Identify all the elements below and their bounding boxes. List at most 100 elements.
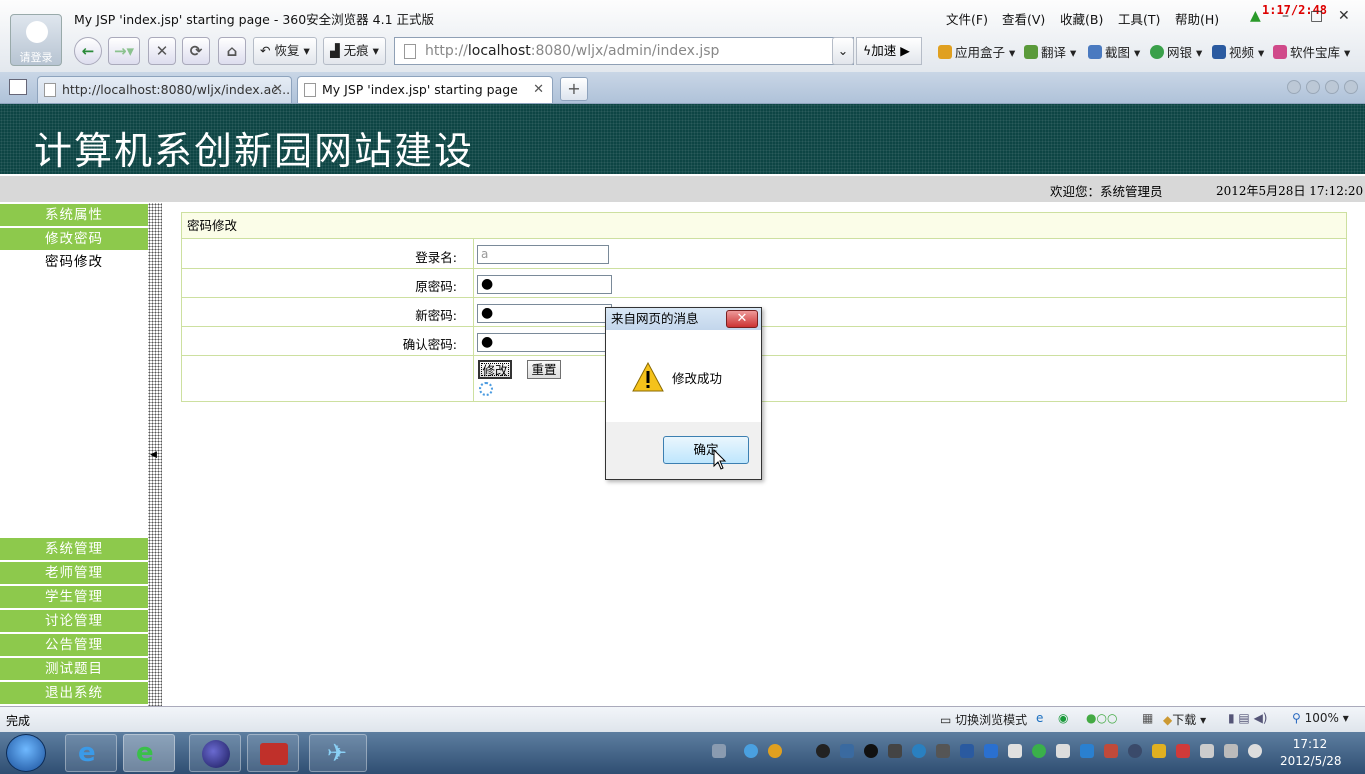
toggle-switch-icon[interactable]: ●○○ xyxy=(1086,711,1117,725)
tray-app-icon[interactable] xyxy=(744,744,758,758)
tab-close-all-icon[interactable] xyxy=(1344,80,1358,94)
browser-status-bar xyxy=(0,706,1365,732)
app-box-label: 应用盒子 xyxy=(955,45,1006,60)
toolbar-translate[interactable]: 翻译 ▾ xyxy=(1024,42,1076,61)
tray-security-icon[interactable] xyxy=(984,744,998,758)
incognito-button[interactable]: ▟ 无痕 ▾ xyxy=(323,37,386,65)
security-shield-icon[interactable]: ◉ xyxy=(1058,711,1068,725)
network-icon[interactable] xyxy=(1224,744,1238,758)
taskbar-ie[interactable]: e xyxy=(65,734,117,772)
taskbar-bird-app[interactable]: ✈ xyxy=(309,734,367,772)
qq-icon[interactable] xyxy=(816,744,830,758)
toolbar-screenshot[interactable]: 截图 ▾ xyxy=(1088,42,1140,61)
sidebar-item-discussion-management[interactable]: 讨论管理 xyxy=(0,610,148,632)
address-bar[interactable]: http://localhost:8080/wljx/admin/index.j… xyxy=(394,37,854,65)
save-button[interactable]: 修改 xyxy=(478,360,512,379)
toolbox-icon xyxy=(260,743,288,765)
upgrade-icon[interactable]: ▲ xyxy=(1250,8,1261,24)
tray-people-icon[interactable] xyxy=(768,744,782,758)
tray-note-icon[interactable] xyxy=(1008,744,1022,758)
login-name-input[interactable]: a xyxy=(477,245,609,264)
stop-button[interactable]: ✕ xyxy=(148,37,176,65)
switch-mode-button[interactable]: ▭ 切换浏览模式 xyxy=(940,711,1027,728)
menu-favorites[interactable]: 收藏(B) xyxy=(1060,9,1103,28)
status-tool-icon[interactable]: ▮ ▤ ◀) xyxy=(1228,711,1267,725)
tray-settings-icon[interactable] xyxy=(1128,744,1142,758)
menu-file[interactable]: 文件(F) xyxy=(946,9,988,28)
menu-help[interactable]: 帮助(H) xyxy=(1175,9,1219,28)
menu-tools[interactable]: 工具(T) xyxy=(1118,9,1160,28)
tab-jsp-page[interactable]: My JSP 'index.jsp' starting page ✕ xyxy=(297,76,553,103)
tray-gamepad-icon[interactable] xyxy=(936,744,950,758)
toolbar-app-box[interactable]: 应用盒子 ▾ xyxy=(938,42,1015,61)
dialog-ok-button[interactable]: 确定 xyxy=(663,436,749,464)
sidebar-item-notice-management[interactable]: 公告管理 xyxy=(0,634,148,656)
refresh-button[interactable]: ⟳ xyxy=(182,37,210,65)
tray-tool-icon[interactable] xyxy=(1104,744,1118,758)
forward-button[interactable]: →▾ xyxy=(108,37,140,65)
speed-button[interactable]: ϟ加速 ▶ xyxy=(856,37,922,65)
minimize-button[interactable]: – xyxy=(1282,8,1289,24)
tray-refresh-icon[interactable] xyxy=(1032,744,1046,758)
sidebar-item-logout[interactable]: 退出系统 xyxy=(0,682,148,704)
sidebar-item-change-password[interactable]: 修改密码 xyxy=(0,228,148,250)
tab-label: http://localhost:8080/wljx/index.ac... xyxy=(62,82,291,97)
back-button[interactable]: ← xyxy=(74,37,102,65)
new-password-input[interactable]: ● xyxy=(477,304,612,323)
sidebar-item-system-properties[interactable]: 系统属性 xyxy=(0,204,148,226)
sidebar-item-student-management[interactable]: 学生管理 xyxy=(0,586,148,608)
taskbar-360-browser[interactable]: e xyxy=(123,734,175,772)
taskbar-clock[interactable]: 17:12 2012/5/28 xyxy=(1280,736,1342,770)
zoom-control[interactable]: ⚲ 100% ▾ xyxy=(1292,711,1349,725)
close-tab-icon[interactable]: ✕ xyxy=(272,77,283,103)
ie-icon: e xyxy=(78,738,96,768)
old-password-input[interactable]: ● xyxy=(477,275,612,294)
software-label: 软件宝库 xyxy=(1290,45,1341,60)
keyboard-icon[interactable] xyxy=(712,744,726,758)
address-dropdown[interactable]: ⌄ xyxy=(832,37,854,65)
taskbar-eclipse[interactable] xyxy=(189,734,241,772)
sidebar-subitem-password-change[interactable]: 密码修改 xyxy=(0,250,148,270)
menu-view[interactable]: 查看(V) xyxy=(1002,9,1045,28)
toolbar-software[interactable]: 软件宝库 ▾ xyxy=(1273,42,1350,61)
collapse-arrow-icon[interactable]: ◀ xyxy=(150,450,157,460)
tab-scroll-right-icon[interactable] xyxy=(1306,80,1320,94)
start-button-icon[interactable] xyxy=(6,734,46,772)
tray-monitor-icon[interactable] xyxy=(840,744,854,758)
tray-folder-icon[interactable] xyxy=(1152,744,1166,758)
tray-flag-icon[interactable] xyxy=(1176,744,1190,758)
tab-list-icon[interactable] xyxy=(1325,80,1339,94)
download-button[interactable]: ◆下载 ▾ xyxy=(1163,711,1206,728)
sidebar-item-teacher-management[interactable]: 老师管理 xyxy=(0,562,148,584)
tray-device-icon[interactable] xyxy=(1200,744,1214,758)
dialog-close-button[interactable]: ✕ xyxy=(726,310,758,328)
ie-mode-icon[interactable]: e xyxy=(1036,711,1043,725)
maximize-button[interactable]: □ xyxy=(1310,8,1323,24)
sidebar-item-system-management[interactable]: 系统管理 xyxy=(0,538,148,560)
tray-hat-icon[interactable] xyxy=(864,744,878,758)
login-avatar[interactable]: 请登录 xyxy=(10,14,62,66)
new-tab-button[interactable]: + xyxy=(560,77,588,101)
status-text: 完成 xyxy=(6,714,31,728)
toolbar-ebank[interactable]: 网银 ▾ xyxy=(1150,42,1202,61)
tray-ninja-icon[interactable] xyxy=(888,744,902,758)
toolbar-video[interactable]: 视频 ▾ xyxy=(1212,42,1264,61)
tray-chat-icon[interactable] xyxy=(912,744,926,758)
taskbar-toolbox[interactable] xyxy=(247,734,299,772)
tab-scroll-left-icon[interactable] xyxy=(1287,80,1301,94)
close-window-button[interactable]: ✕ xyxy=(1338,8,1350,24)
confirm-password-input[interactable]: ● xyxy=(477,333,612,352)
tray-bluetooth-icon[interactable] xyxy=(1080,744,1094,758)
sidebar-toggle-icon[interactable] xyxy=(9,79,27,95)
volume-icon[interactable] xyxy=(1248,744,1262,758)
tray-window-icon[interactable] xyxy=(1056,744,1070,758)
close-tab-icon[interactable]: ✕ xyxy=(533,77,544,103)
sidebar-item-test-questions[interactable]: 测试题目 xyxy=(0,658,148,680)
screenshot-icon xyxy=(1088,45,1102,59)
reset-button[interactable]: 重置 xyxy=(527,360,561,379)
tray-shield-icon[interactable] xyxy=(960,744,974,758)
sync-icon[interactable]: ▦ xyxy=(1142,711,1153,725)
restore-button[interactable]: ↶ 恢复 ▾ xyxy=(253,37,317,65)
tab-index-action[interactable]: http://localhost:8080/wljx/index.ac... ✕ xyxy=(37,76,292,103)
home-button[interactable]: ⌂ xyxy=(218,37,246,65)
